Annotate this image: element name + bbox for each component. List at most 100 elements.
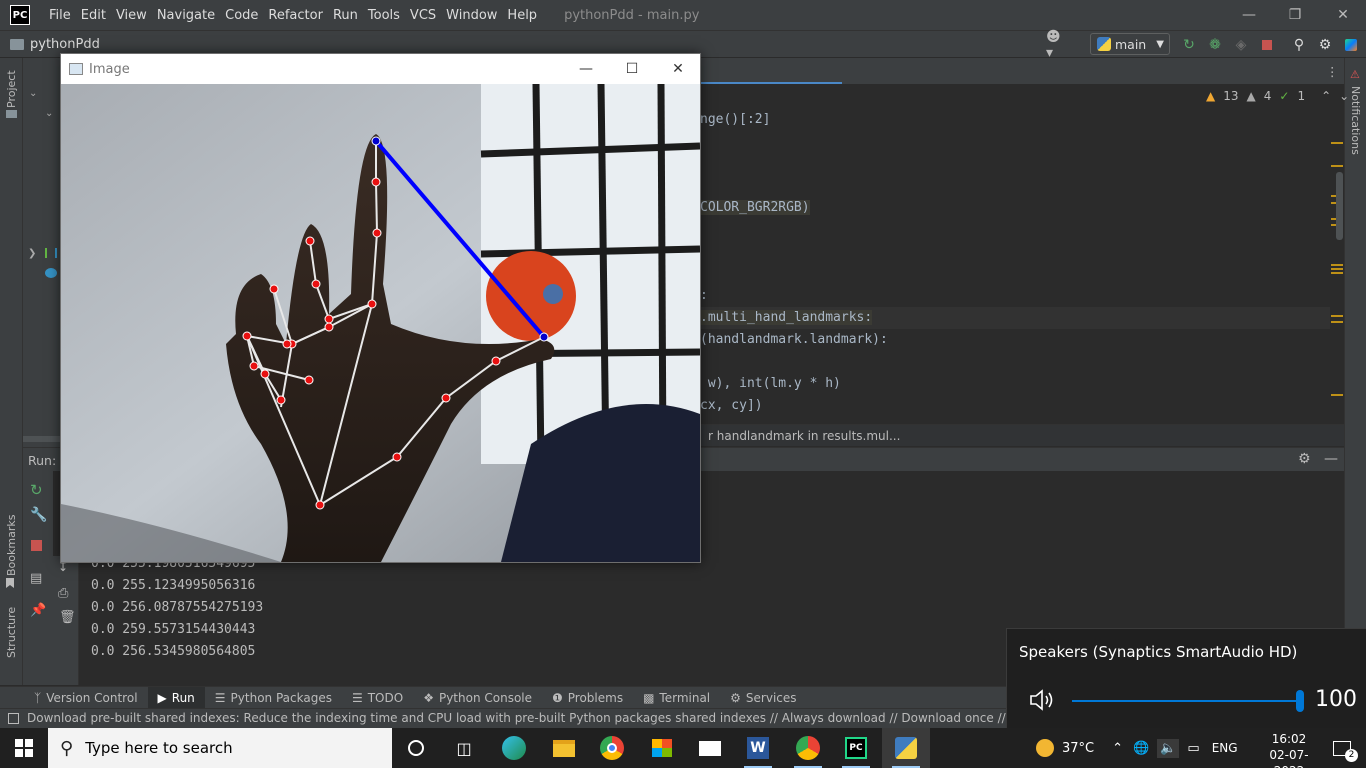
print-icon[interactable]: ⎙ (58, 586, 68, 601)
chevron-up-icon[interactable]: ⌃ (1321, 89, 1331, 103)
error-stripe-marker[interactable] (1331, 165, 1343, 167)
error-stripe-marker[interactable] (1331, 394, 1343, 396)
hide-icon[interactable]: — (1324, 451, 1338, 467)
pin-icon[interactable]: 📌 (30, 603, 46, 618)
python-taskbar-icon[interactable] (882, 728, 930, 768)
editor-scrollbar[interactable] (1336, 172, 1343, 240)
search-icon[interactable]: ⚲ (1290, 36, 1308, 54)
project-tool-tab[interactable]: Project (5, 70, 18, 108)
menu-file[interactable]: File (44, 8, 76, 23)
tab-services[interactable]: ⚙ Services (720, 687, 806, 709)
horizontal-scrollbar[interactable] (23, 436, 61, 442)
tab-terminal[interactable]: ▩ Terminal (633, 687, 720, 709)
trash-icon[interactable]: 🗑 (59, 610, 76, 625)
error-stripe-marker[interactable] (1331, 272, 1343, 274)
menu-refactor[interactable]: Refactor (263, 8, 328, 23)
speaker-icon[interactable] (1029, 688, 1057, 712)
code-breadcrumbs[interactable]: r handlandmark in results.mul... (700, 424, 1344, 446)
menu-vcs[interactable]: VCS (405, 8, 441, 23)
language-indicator[interactable]: ENG (1212, 741, 1238, 755)
notifications-tool-tab[interactable]: Notifications (1349, 86, 1362, 155)
chevron-right-icon[interactable]: ❯ (28, 248, 36, 259)
edge-icon[interactable] (490, 728, 538, 768)
menu-navigate[interactable]: Navigate (152, 8, 220, 23)
audio-device-name[interactable]: Speakers (Synaptics SmartAudio HD) (1019, 643, 1297, 661)
tab-problems[interactable]: ❶ Problems (542, 687, 633, 709)
image-maximize-button[interactable]: ☐ (609, 54, 655, 84)
battery-icon[interactable]: ▭ (1187, 741, 1199, 756)
coverage-icon[interactable]: ◈ (1232, 36, 1250, 54)
inspection-widget[interactable]: ▲ 13 ▲ 4 ✓ 1 ⌃ ⌄ (1206, 89, 1349, 103)
restore-button[interactable]: ❐ (1272, 0, 1318, 30)
services-icon: ⚙ (730, 690, 741, 705)
clock-date: 02-07-2022 (1269, 748, 1309, 768)
tab-run[interactable]: ▶ Run (147, 686, 205, 709)
menu-run[interactable]: Run (328, 8, 363, 23)
volume-tray-icon[interactable]: 🔈 (1157, 738, 1180, 758)
image-minimize-button[interactable]: — (563, 54, 609, 84)
network-globe-icon[interactable]: 🌐 (1133, 741, 1149, 756)
chrome-icon[interactable] (588, 728, 636, 768)
volume-slider-track[interactable] (1072, 700, 1300, 702)
chrome-profile-icon[interactable] (784, 728, 832, 768)
image-window-title-bar[interactable]: Image — ☐ ✕ (61, 54, 700, 84)
cortana-icon[interactable] (392, 728, 440, 768)
weather-temperature[interactable]: 37°C (1062, 741, 1094, 756)
bookmarks-tool-tab[interactable]: Bookmarks (5, 515, 18, 576)
menu-window[interactable]: Window (441, 8, 502, 23)
stop-icon[interactable] (1258, 36, 1276, 54)
opencv-image-window[interactable]: Image — ☐ ✕ (60, 53, 701, 563)
debug-icon[interactable]: ❁ (1206, 36, 1224, 54)
menu-tools[interactable]: Tools (363, 8, 405, 23)
error-stripe-marker[interactable] (1331, 315, 1343, 317)
tab-python-packages[interactable]: ☰ Python Packages (205, 687, 342, 709)
taskbar-search-box[interactable]: ⚲ Type here to search (48, 728, 392, 768)
chevron-down-icon[interactable]: ⌄ (45, 108, 53, 119)
pycharm-taskbar-icon[interactable]: PC (832, 728, 880, 768)
error-stripe-marker[interactable] (1331, 268, 1343, 270)
menu-view[interactable]: View (111, 8, 152, 23)
tab-python-console[interactable]: ❖ Python Console (413, 687, 542, 709)
start-button[interactable] (0, 728, 48, 768)
chevron-down-icon[interactable]: ⌄ (29, 88, 37, 99)
file-explorer-icon[interactable] (540, 728, 588, 768)
task-view-icon[interactable]: ◫ (440, 728, 488, 768)
chevron-up-icon[interactable]: ⌃ (1112, 741, 1123, 756)
gear-icon[interactable]: ⚙ (1298, 451, 1311, 467)
mail-icon[interactable] (686, 728, 734, 768)
microsoft-store-icon[interactable] (638, 728, 686, 768)
rerun-icon[interactable]: ↻ (1180, 36, 1198, 54)
rerun-icon[interactable]: ↻ (30, 481, 43, 499)
structure-tool-tab[interactable]: Structure (5, 607, 18, 658)
taskbar-clock[interactable]: 16:02 02-07-2022 (1262, 731, 1316, 768)
status-bar-toggle-icon[interactable] (8, 713, 19, 724)
error-stripe-marker[interactable] (1331, 321, 1343, 323)
stop-icon[interactable] (31, 540, 42, 551)
weather-icon[interactable] (1036, 739, 1054, 757)
status-message[interactable]: Download pre-built shared indexes: Reduc… (27, 711, 1132, 725)
user-icon[interactable]: ☻▾ (1046, 29, 1064, 61)
gear-icon[interactable]: ⚙ (1316, 36, 1334, 54)
word-icon[interactable]: W (734, 728, 782, 768)
chevron-down-icon[interactable]: ⌄ (1339, 89, 1349, 103)
wrench-icon[interactable]: 🔧 (30, 507, 47, 523)
error-stripe-marker[interactable] (1331, 142, 1343, 144)
menu-edit[interactable]: Edit (76, 8, 111, 23)
image-close-button[interactable]: ✕ (655, 54, 701, 84)
action-center-button[interactable]: 2 (1318, 728, 1366, 768)
error-stripe-marker[interactable] (1331, 264, 1343, 266)
more-options-icon[interactable]: ⋮ (1326, 64, 1339, 79)
layout-icon[interactable]: ▤ (30, 571, 42, 586)
tab-version-control[interactable]: ᛉ Version Control (24, 687, 148, 709)
volume-slider-thumb[interactable] (1296, 690, 1304, 712)
menu-help[interactable]: Help (502, 8, 542, 23)
jetbrains-icon[interactable] (1342, 36, 1360, 54)
notifications-bell-icon[interactable]: ⚠ (1350, 68, 1360, 81)
run-configuration-selector[interactable]: main ▼ (1090, 33, 1170, 55)
close-button[interactable]: ✕ (1320, 0, 1366, 30)
project-breadcrumb[interactable]: pythonPdd (10, 37, 100, 52)
tab-todo[interactable]: ☰ TODO (342, 687, 413, 709)
menu-code[interactable]: Code (220, 8, 263, 23)
webcam-frame (61, 84, 700, 562)
minimize-button[interactable]: — (1226, 0, 1272, 30)
